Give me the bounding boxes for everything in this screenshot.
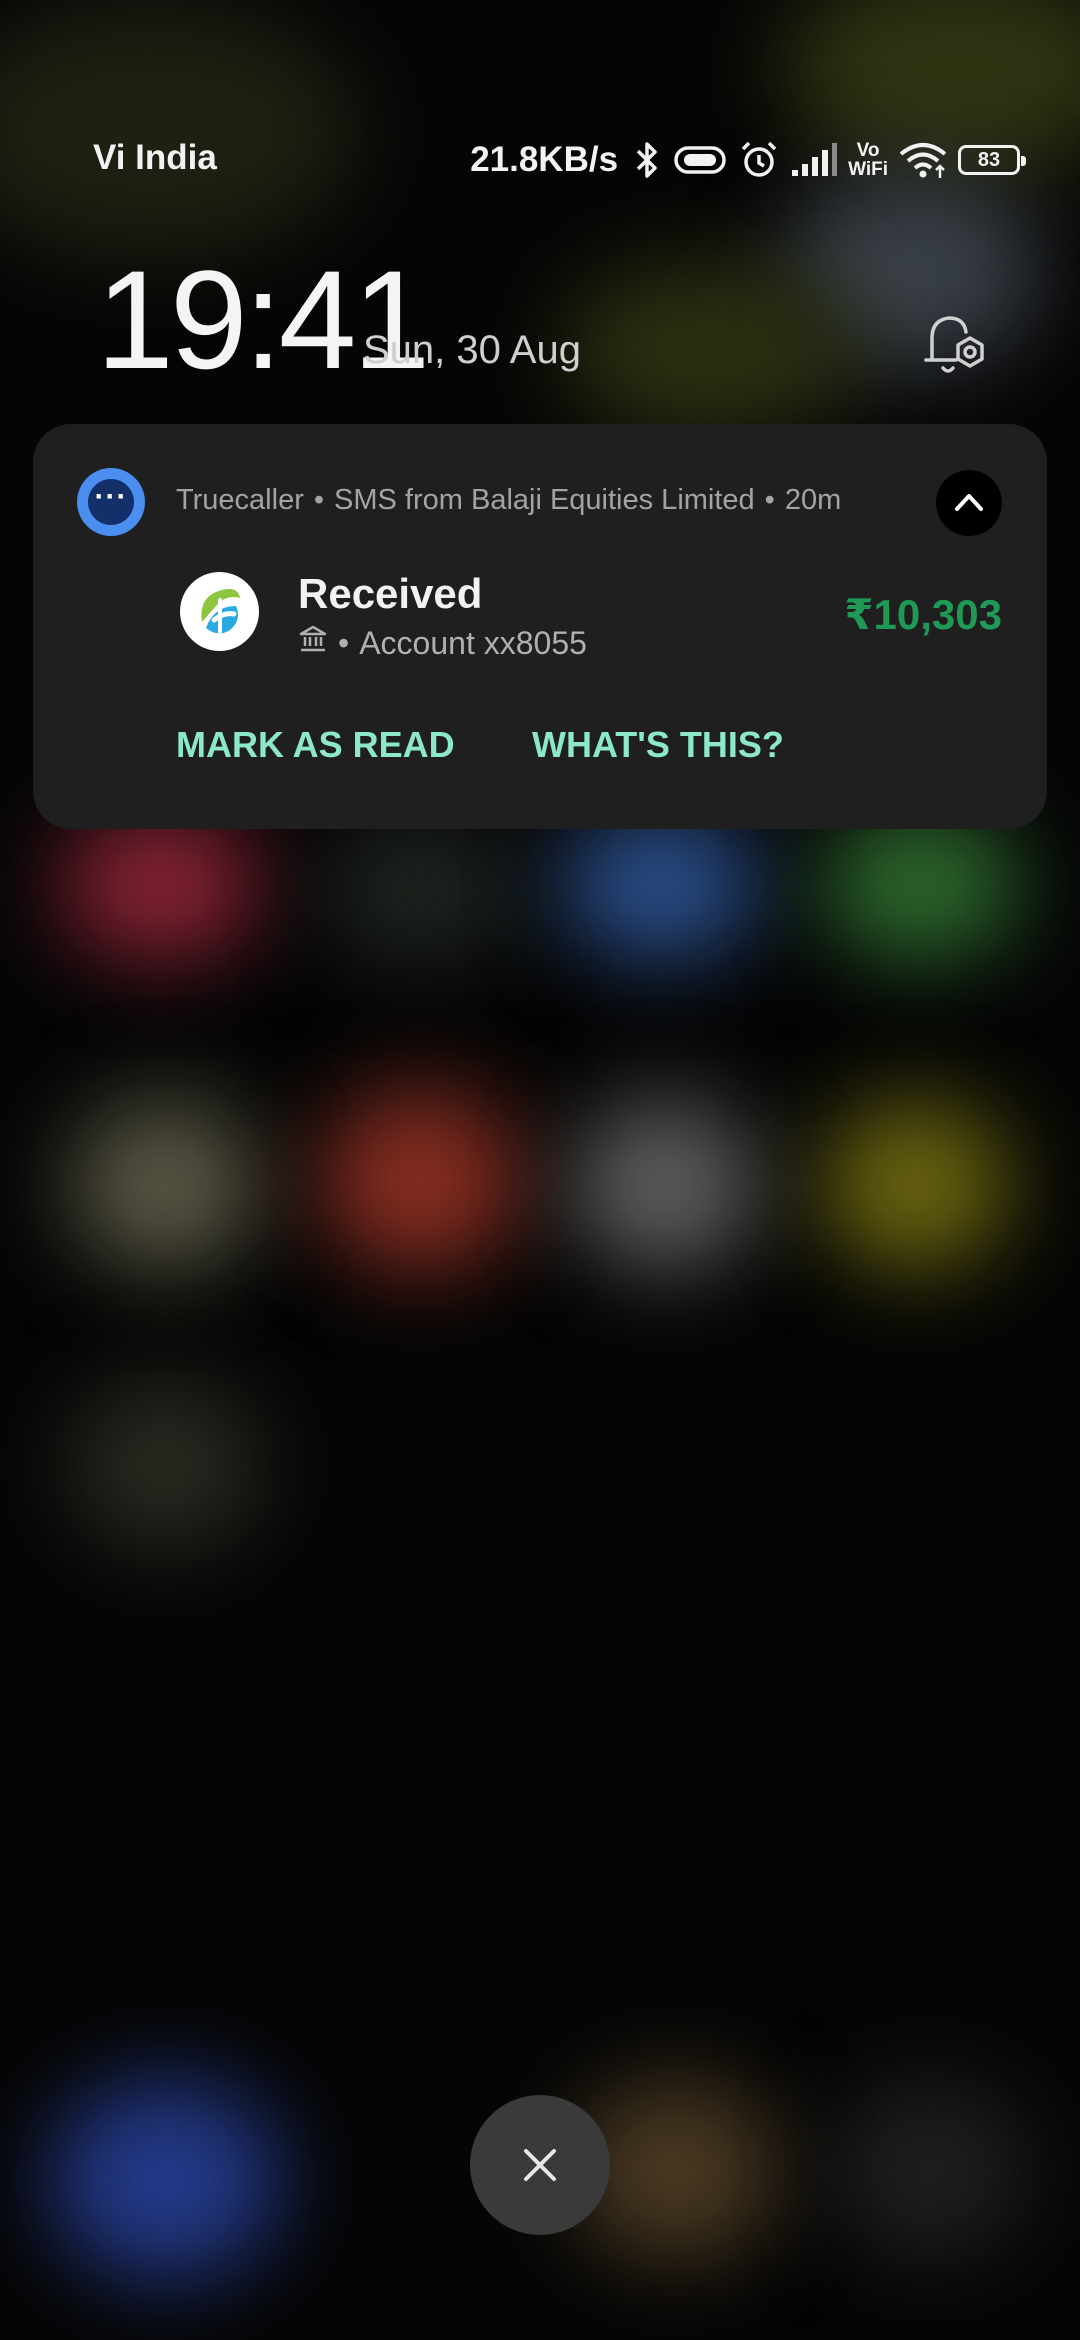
- mark-as-read-button[interactable]: MARK AS READ: [176, 724, 455, 766]
- vowifi-icon: Vo WiFi: [848, 141, 888, 179]
- vibrate-icon: [672, 140, 728, 180]
- close-icon: [524, 2149, 556, 2181]
- collapse-button[interactable]: [936, 470, 1002, 536]
- notification-card[interactable]: ··· Truecaller • SMS from Balaji Equities …: [33, 424, 1047, 829]
- message-bubble-icon: ···: [88, 479, 134, 525]
- transaction-amount: ₹10,303: [844, 591, 1002, 638]
- status-icons: 21.8KB/s Vo WiFi 83: [470, 132, 1026, 188]
- notification-source: SMS from Balaji Equities Limited: [334, 484, 755, 516]
- account-number: Account xx8055: [359, 624, 587, 661]
- header-separator: •: [313, 484, 325, 516]
- chevron-up-icon: [955, 494, 983, 511]
- bank-icon: [298, 624, 328, 662]
- signal-icon: [790, 140, 838, 180]
- sender-logo: [180, 572, 259, 651]
- whats-this-button[interactable]: WHAT'S THIS?: [532, 724, 784, 766]
- battery-icon: 83: [958, 145, 1026, 175]
- subtitle-separator: •: [338, 624, 350, 661]
- battery-level: 83: [977, 148, 1001, 171]
- notification-settings-icon[interactable]: [918, 308, 990, 380]
- network-speed: 21.8KB/s: [470, 140, 619, 179]
- app-name: Truecaller: [176, 484, 304, 516]
- header-separator: •: [764, 484, 775, 516]
- notification-title: Received: [298, 570, 483, 617]
- vowifi-top-label: Vo: [856, 140, 880, 161]
- truecaller-app-icon: ···: [77, 468, 145, 536]
- bluetooth-icon: [632, 140, 662, 180]
- alarm-icon: [738, 139, 780, 181]
- vowifi-bottom-label: WiFi: [848, 159, 888, 180]
- lockscreen-date: Sun, 30 Aug: [363, 328, 581, 372]
- dismiss-button[interactable]: [470, 2095, 610, 2235]
- carrier-name: Vi India: [93, 138, 217, 177]
- notification-age: 20m: [784, 484, 842, 516]
- wifi-icon: [898, 140, 948, 180]
- status-bar: Vi India 21.8KB/s Vo WiFi 83: [0, 120, 1080, 200]
- notification-subtitle: • Account xx8055: [298, 624, 587, 662]
- notification-header: Truecaller • SMS from Balaji Equities Limi…: [176, 484, 841, 517]
